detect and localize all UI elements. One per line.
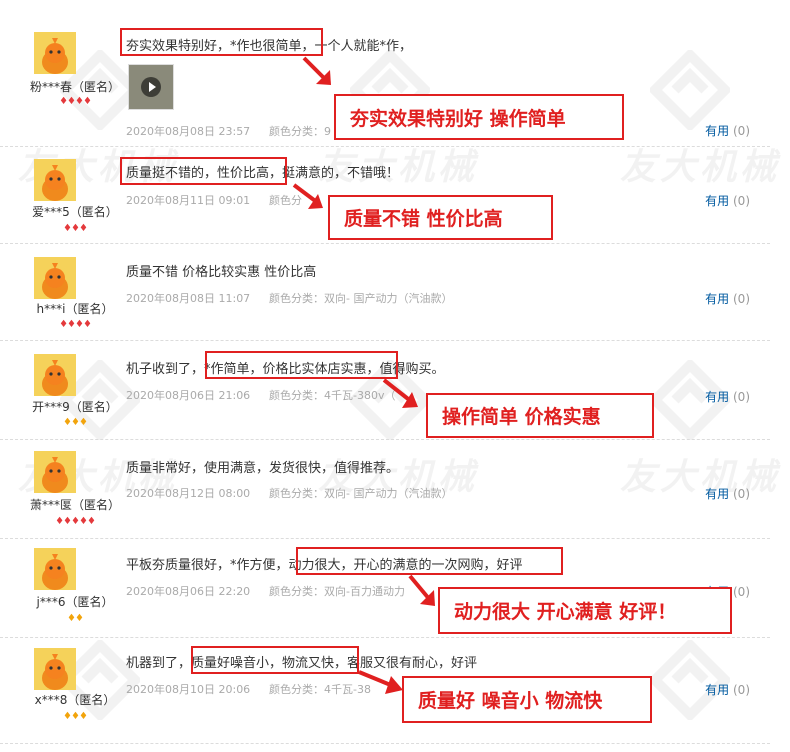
avatar <box>34 451 76 493</box>
user-level-icon: ♦♦ <box>67 613 84 624</box>
review-text: 平板夯质量很好，*作方便，动力很大，开心的满意的一次网购，好评 <box>126 558 523 573</box>
avatar <box>34 32 76 74</box>
review-item: h***i（匿名） ♦♦♦♦ 质量不错 价格比较实惠 性价比高 2020年08月… <box>0 245 770 341</box>
review-variant: 颜色分类：4千瓦-38 <box>269 683 371 696</box>
highlight-callout: 夯实效果特别好 操作简单 <box>334 94 624 140</box>
username: 开***9（匿名） <box>32 400 118 414</box>
useful-count: (0) <box>733 390 750 404</box>
avatar <box>34 548 76 590</box>
avatar <box>34 648 76 690</box>
review-date: 2020年08月08日 23:57 <box>126 125 251 138</box>
highlight-callout: 动力很大 开心满意 好评！ <box>438 587 732 634</box>
username: j***6（匿名） <box>36 595 114 609</box>
useful-label: 有用 <box>705 124 730 138</box>
play-icon <box>141 77 161 97</box>
review-date: 2020年08月10日 20:06 <box>126 683 251 696</box>
avatar <box>34 354 76 396</box>
review-text: 机器到了，质量好噪音小，物流又快，客服又很有耐心，好评 <box>126 656 478 671</box>
highlight-callout: 操作简单 价格实惠 <box>426 393 654 438</box>
highlight-callout: 质量不错 性价比高 <box>328 195 553 240</box>
review-variant: 颜色分类：4千瓦-380v（ <box>269 389 396 402</box>
user-level-icon: ♦♦♦♦ <box>59 96 92 107</box>
user-level-icon: ♦♦♦ <box>63 711 88 722</box>
useful-count: (0) <box>733 292 750 306</box>
review-variant: 颜色分类：双向- 国产动力（汽油款） <box>269 292 453 305</box>
useful-button[interactable]: 有用 (0) <box>705 192 750 209</box>
review-date: 2020年08月11日 09:01 <box>126 194 251 207</box>
review-variant: 颜色分 <box>269 194 302 207</box>
review-video-thumbnail[interactable] <box>128 64 174 110</box>
useful-count: (0) <box>733 124 750 138</box>
avatar <box>34 257 76 299</box>
review-list: 友大机械 友大机械 友大机械 友大机械 友大机械 友大机械 粉***春（匿名） … <box>0 0 790 752</box>
review-date: 2020年08月06日 22:20 <box>126 585 251 598</box>
username: 萧***匽（匿名） <box>29 498 120 512</box>
review-date: 2020年08月12日 08:00 <box>126 487 251 500</box>
username: x***8（匿名） <box>34 693 116 707</box>
username: 爱***5（匿名） <box>32 205 118 219</box>
review-item: x***8（匿名） ♦♦♦ 机器到了，质量好噪音小，物流又快，客服又很有耐心，好… <box>0 639 770 744</box>
review-text: 质量挺不错的，性价比高，挺满意的，不错哦！ <box>126 166 400 181</box>
review-variant: 颜色分类：9 <box>269 125 331 138</box>
username: h***i（匿名） <box>36 302 114 316</box>
review-variant: 颜色分类：双向- 国产动力（汽油款） <box>269 487 453 500</box>
useful-button[interactable]: 有用 (0) <box>705 290 750 307</box>
useful-button[interactable]: 有用 (0) <box>705 388 750 405</box>
useful-count: (0) <box>733 585 750 599</box>
username: 粉***春（匿名） <box>29 80 120 94</box>
review-item: 萧***匽（匿名） ♦♦♦♦♦ 质量非常好，使用满意，发货很快，值得推荐。 20… <box>0 441 770 539</box>
user-level-icon: ♦♦♦ <box>63 223 88 234</box>
highlight-callout: 质量好 噪音小 物流快 <box>402 676 652 723</box>
review-date: 2020年08月08日 11:07 <box>126 292 251 305</box>
review-item: 开***9（匿名） ♦♦♦ 机子收到了，*作简单，价格比实体店实惠，值得购买。 … <box>0 342 770 440</box>
review-text: 质量不错 价格比较实惠 性价比高 <box>126 265 317 280</box>
useful-button[interactable]: 有用 (0) <box>705 681 750 698</box>
user-level-icon: ♦♦♦ <box>63 417 88 428</box>
user-level-icon: ♦♦♦♦ <box>59 319 92 330</box>
review-date: 2020年08月06日 21:06 <box>126 389 251 402</box>
review-text: 质量非常好，使用满意，发货很快，值得推荐。 <box>126 461 400 476</box>
useful-count: (0) <box>733 487 750 501</box>
useful-count: (0) <box>733 683 750 697</box>
useful-button[interactable]: 有用 (0) <box>705 122 750 139</box>
useful-button[interactable]: 有用 (0) <box>705 485 750 502</box>
review-text: 机子收到了，*作简单，价格比实体店实惠，值得购买。 <box>126 362 445 377</box>
avatar <box>34 159 76 201</box>
useful-count: (0) <box>733 194 750 208</box>
user-level-icon: ♦♦♦♦♦ <box>55 516 96 527</box>
review-variant: 颜色分类：双向-百力通动力 <box>269 585 405 598</box>
useful-label: 有用 <box>705 292 730 306</box>
useful-label: 有用 <box>705 390 730 404</box>
review-text: 夯实效果特别好，*作也很简单，一个人就能*作， <box>126 39 413 54</box>
useful-label: 有用 <box>705 487 730 501</box>
useful-label: 有用 <box>705 683 730 697</box>
useful-label: 有用 <box>705 194 730 208</box>
